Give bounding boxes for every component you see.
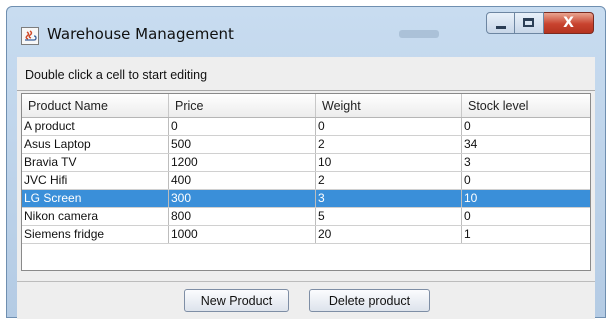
- java-app-icon: [21, 27, 39, 45]
- cell-price[interactable]: 300: [169, 190, 316, 207]
- cell-product-name[interactable]: Asus Laptop: [22, 136, 169, 153]
- cell-weight[interactable]: 20: [316, 226, 462, 243]
- column-header-weight[interactable]: Weight: [316, 94, 462, 117]
- cell-stock-level[interactable]: 10: [462, 190, 590, 207]
- cell-price[interactable]: 1000: [169, 226, 316, 243]
- maximize-button[interactable]: [515, 12, 544, 34]
- window-controls: X: [486, 12, 594, 34]
- cell-stock-level[interactable]: 0: [462, 118, 590, 135]
- cell-product-name[interactable]: LG Screen: [22, 190, 169, 207]
- new-product-button[interactable]: New Product: [184, 289, 289, 312]
- hint-label: Double click a cell to start editing: [25, 68, 208, 82]
- cell-price[interactable]: 400: [169, 172, 316, 189]
- table-row[interactable]: Nikon camera 800 5 0: [22, 208, 590, 226]
- maximize-icon: [523, 18, 534, 27]
- table-row[interactable]: Bravia TV 1200 10 3: [22, 154, 590, 172]
- column-header-stock-level[interactable]: Stock level: [462, 94, 590, 117]
- table-body: A product 0 0 0 Asus Laptop 500 2 34 Bravia TV 12…: [22, 118, 590, 244]
- cell-stock-level[interactable]: 0: [462, 172, 590, 189]
- cell-price[interactable]: 1200: [169, 154, 316, 171]
- cell-weight[interactable]: 0: [316, 118, 462, 135]
- content-panel: Double click a cell to start editing Pro…: [17, 57, 595, 319]
- product-table: Product Name Price Weight Stock level A …: [21, 93, 591, 271]
- cell-weight[interactable]: 3: [316, 190, 462, 207]
- column-header-product-name[interactable]: Product Name: [22, 94, 169, 117]
- separator: [17, 90, 595, 91]
- table-row[interactable]: A product 0 0 0: [22, 118, 590, 136]
- cell-price[interactable]: 800: [169, 208, 316, 225]
- cell-weight[interactable]: 10: [316, 154, 462, 171]
- cell-price[interactable]: 0: [169, 118, 316, 135]
- minimize-icon: [496, 26, 506, 29]
- cell-product-name[interactable]: Siemens fridge: [22, 226, 169, 243]
- title-bar[interactable]: Warehouse Management X: [7, 7, 605, 57]
- table-row[interactable]: JVC Hifi 400 2 0: [22, 172, 590, 190]
- cell-stock-level[interactable]: 34: [462, 136, 590, 153]
- cell-weight[interactable]: 5: [316, 208, 462, 225]
- table-row[interactable]: Siemens fridge 1000 20 1: [22, 226, 590, 244]
- cell-stock-level[interactable]: 3: [462, 154, 590, 171]
- cell-stock-level[interactable]: 1: [462, 226, 590, 243]
- close-icon: X: [563, 15, 574, 31]
- cell-weight[interactable]: 2: [316, 172, 462, 189]
- table-row[interactable]: Asus Laptop 500 2 34: [22, 136, 590, 154]
- cell-product-name[interactable]: Bravia TV: [22, 154, 169, 171]
- cell-product-name[interactable]: JVC Hifi: [22, 172, 169, 189]
- column-header-price[interactable]: Price: [169, 94, 316, 117]
- minimize-button[interactable]: [486, 12, 515, 34]
- cell-product-name[interactable]: A product: [22, 118, 169, 135]
- delete-product-button[interactable]: Delete product: [309, 289, 430, 312]
- table-header: Product Name Price Weight Stock level: [22, 94, 590, 118]
- cell-product-name[interactable]: Nikon camera: [22, 208, 169, 225]
- cell-weight[interactable]: 2: [316, 136, 462, 153]
- app-window: Warehouse Management X Double click a ce…: [6, 6, 606, 319]
- close-button[interactable]: X: [544, 12, 594, 34]
- button-bar: New Product Delete product: [17, 289, 595, 315]
- blurred-text: [399, 30, 439, 38]
- window-title: Warehouse Management: [47, 25, 234, 43]
- cell-stock-level[interactable]: 0: [462, 208, 590, 225]
- table-row[interactable]: LG Screen 300 3 10: [22, 190, 590, 208]
- footer-separator: [17, 281, 595, 282]
- cell-price[interactable]: 500: [169, 136, 316, 153]
